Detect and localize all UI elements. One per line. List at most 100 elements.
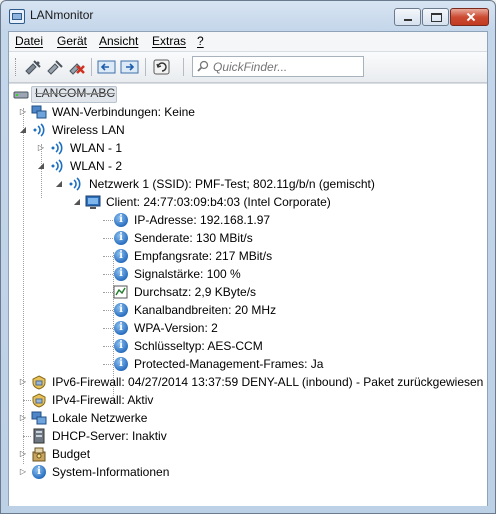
minimize-icon (395, 9, 420, 25)
tree-node-pmf[interactable]: i Protected-Management-Frames: Ja (9, 355, 487, 373)
local-networks-label: Lokale Netzwerke (52, 411, 148, 425)
menu-ansicht[interactable]: Ansicht (99, 34, 138, 48)
tree-node-wlan-2[interactable]: ◢ WLAN - 2 (9, 157, 487, 175)
menu-help[interactable]: ? (197, 34, 204, 48)
menu-extras[interactable]: Extras (152, 34, 186, 48)
menu-datei[interactable]: Datei (15, 34, 43, 48)
expand-arrow-icon[interactable]: ▷ (19, 463, 27, 481)
expand-arrow-icon[interactable]: ▷ (19, 373, 27, 391)
title-bar[interactable]: LANmonitor (1, 1, 495, 31)
tree-node-key-type[interactable]: i Schlüsseltyp: AES-CCM (9, 337, 487, 355)
tree-node-receive-rate[interactable]: i Empfangsrate: 217 MBit/s (9, 247, 487, 265)
tree-node-system-information[interactable]: ▷ i System-Informationen (9, 463, 487, 481)
toolbar-separator (145, 58, 146, 76)
tree-node-ipv4-firewall[interactable]: IPv4-Firewall: Aktiv (9, 391, 487, 409)
connect-device-button[interactable] (23, 58, 43, 76)
tree-node-wlan-1[interactable]: ▷ WLAN - 1 (9, 139, 487, 157)
dhcp-server-label: DHCP-Server: Inaktiv (52, 429, 167, 443)
budget-icon (32, 447, 46, 462)
minimize-button[interactable] (394, 8, 421, 26)
toolbar-grip[interactable] (15, 58, 19, 76)
tree-node-wpa-version[interactable]: i WPA-Version: 2 (9, 319, 487, 337)
router-device-icon (13, 91, 29, 99)
firewall-icon (32, 375, 46, 390)
server-icon (33, 428, 45, 444)
remove-device-button[interactable] (67, 58, 87, 76)
info-icon: i (113, 212, 129, 228)
tree-branch-line (23, 436, 31, 437)
search-icon (197, 60, 209, 72)
throughput-label: Durchsatz: 2,9 KByte/s (134, 285, 257, 299)
tree-node-network-1[interactable]: ◢ Netzwerk 1 (SSID): PMF-Test; 802.11g/b… (9, 175, 487, 193)
tree-branch-line (23, 400, 31, 401)
tree-node-channel-bandwidth[interactable]: i Kanalbandbreiten: 20 MHz (9, 301, 487, 319)
app-window: LANmonitor Datei Gerät Ansicht Extras ? (0, 0, 496, 514)
info-icon: i (113, 320, 129, 336)
info-icon: i (113, 230, 129, 246)
satellite-dish-remove-icon (69, 63, 85, 75)
menu-geraet[interactable]: Gerät (57, 34, 87, 48)
info-icon: i (113, 248, 129, 264)
refresh-icon (153, 59, 170, 75)
wireless-icon (69, 177, 81, 191)
tree-node-dhcp-server[interactable]: DHCP-Server: Inaktiv (9, 427, 487, 445)
tree-node-device[interactable]: LANCOM-ABC (9, 84, 487, 103)
toolbar-separator (183, 58, 184, 76)
toolbar-separator (91, 58, 92, 76)
network-icon (31, 411, 47, 425)
window-title: LANmonitor (30, 8, 94, 22)
wlan-1-label: WLAN - 1 (70, 141, 123, 155)
collapse-arrow-icon[interactable]: ◢ (55, 175, 63, 193)
wireless-icon (51, 141, 63, 155)
signal-strength-label: Signalstärke: 100 % (134, 267, 241, 281)
ipv6-firewall-label: IPv6-Firewall: 04/27/2014 13:37:59 DENY-… (52, 375, 484, 389)
expand-arrow-icon[interactable]: ▷ (37, 139, 45, 157)
tree-node-wireless-lan[interactable]: ◢ Wireless LAN (9, 121, 487, 139)
tree-node-signal-strength[interactable]: i Signalstärke: 100 % (9, 265, 487, 283)
wpa-version-label: WPA-Version: 2 (134, 321, 218, 335)
tree-node-ipv6-firewall[interactable]: ▷ IPv6-Firewall: 04/27/2014 13:37:59 DEN… (9, 373, 487, 391)
tree-branch-line (103, 346, 113, 347)
refresh-button[interactable] (152, 58, 172, 76)
satellite-dish-edit-icon (47, 60, 63, 75)
receive-rate-label: Empfangsrate: 217 MBit/s (134, 249, 273, 263)
tree-node-local-networks[interactable]: ▷ Lokale Netzwerke (9, 409, 487, 427)
network-icon (31, 105, 47, 119)
info-icon: i (113, 356, 129, 372)
edit-device-button[interactable] (45, 58, 65, 76)
firewall-icon (32, 393, 46, 408)
expand-icon (120, 60, 139, 74)
wireless-icon (33, 123, 45, 137)
close-icon (451, 9, 488, 25)
network-1-label: Netzwerk 1 (SSID): PMF-Test; 802.11g/b/n… (89, 177, 375, 191)
maximize-icon (423, 9, 448, 25)
collapse-icon (97, 60, 116, 74)
maximize-button[interactable] (422, 8, 449, 26)
quickfinder-box[interactable] (192, 56, 364, 77)
quickfinder-input[interactable] (213, 58, 361, 75)
collapse-arrow-icon[interactable]: ◢ (37, 157, 45, 175)
tree-node-throughput[interactable]: Durchsatz: 2,9 KByte/s (9, 283, 487, 301)
send-rate-label: Senderate: 130 MBit/s (134, 231, 253, 245)
device-tree[interactable]: LANCOM-ABC ▷ WAN-Verbindungen: Keine ◢ W… (9, 83, 487, 506)
tree-branch-line (103, 364, 113, 365)
tree-node-ip-address[interactable]: i IP-Adresse: 192.168.1.97 (9, 211, 487, 229)
tree-branch-line (103, 328, 113, 329)
tree-node-client[interactable]: ◢ Client: 24:77:03:09:b4:03 (Intel Corpo… (9, 193, 487, 211)
expand-arrow-icon[interactable]: ▷ (19, 409, 27, 427)
tree-node-send-rate[interactable]: i Senderate: 130 MBit/s (9, 229, 487, 247)
close-button[interactable] (450, 8, 489, 26)
expand-all-button[interactable] (120, 58, 140, 76)
expand-arrow-icon[interactable]: ▷ (19, 445, 27, 463)
wireless-lan-label: Wireless LAN (52, 123, 125, 137)
collapse-arrow-icon[interactable]: ◢ (19, 121, 27, 139)
collapse-arrow-icon[interactable]: ◢ (73, 193, 81, 211)
tree-node-budget[interactable]: ▷ Budget (9, 445, 487, 463)
info-icon: i (113, 302, 129, 318)
lanmonitor-app-icon[interactable] (9, 9, 25, 24)
expand-arrow-icon[interactable]: ▷ (19, 103, 27, 121)
collapse-all-button[interactable] (97, 58, 117, 76)
tree-node-wan[interactable]: ▷ WAN-Verbindungen: Keine (9, 103, 487, 121)
info-icon: i (31, 464, 47, 480)
tree-branch-line (103, 238, 113, 239)
